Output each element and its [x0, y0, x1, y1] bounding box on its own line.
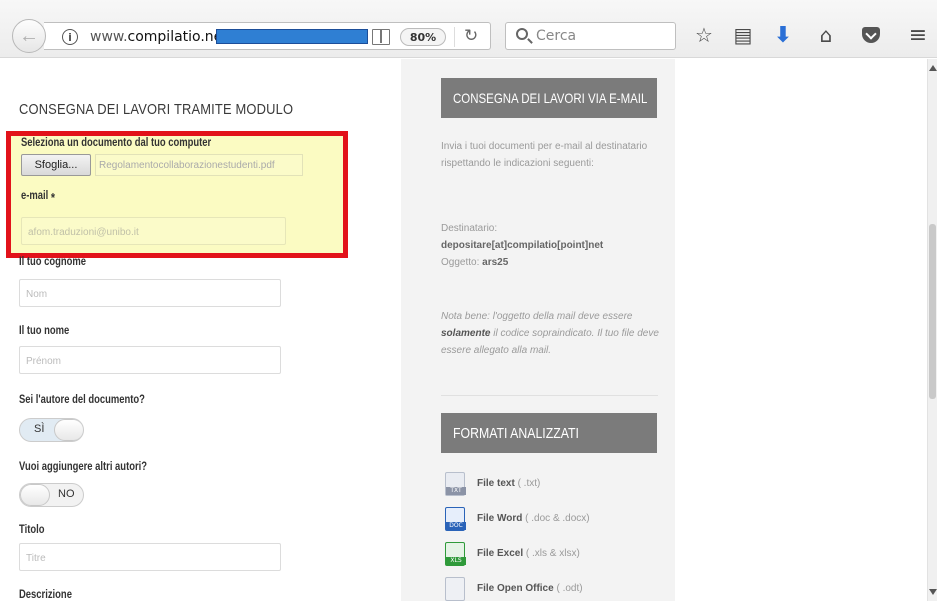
right-panel: CONSEGNA DEI LAVORI VIA E-MAIL Invia i t… — [401, 59, 675, 601]
toggle-knob — [54, 419, 83, 441]
name-field[interactable]: Prénom — [19, 346, 281, 374]
scroll-down-arrow-icon[interactable] — [929, 589, 937, 595]
search-placeholder: Cerca — [536, 28, 577, 44]
name-label: Il tuo nome — [19, 325, 70, 337]
search-bar[interactable]: Cerca — [505, 22, 676, 50]
redaction-bar — [216, 29, 368, 44]
scrollbar-thumb[interactable] — [929, 224, 936, 399]
form-title: CONSEGNA DEI LAVORI TRAMITE MODULO — [19, 101, 294, 118]
subject-line: Oggetto: ars25 — [441, 257, 509, 268]
highlight-box: Seleziona un documento dal tuo computer … — [6, 131, 348, 258]
recipient-value: depositare[at]compilatio[point]net — [441, 240, 604, 251]
coauthors-toggle-text: NO — [58, 488, 75, 500]
email-intro: Invia i tuoi documenti per e-mail al des… — [441, 141, 648, 169]
info-icon[interactable]: i — [62, 29, 78, 45]
author-toggle[interactable]: SÌ — [19, 418, 84, 442]
panel-divider — [441, 395, 658, 396]
pocket-icon[interactable] — [858, 22, 884, 48]
recipient-label: Destinatario: — [441, 223, 498, 234]
browse-button[interactable]: Sfoglia... — [21, 154, 91, 176]
reload-icon[interactable]: ↻ — [464, 26, 478, 46]
format-item: XLS File Excel ( .xls & xlsx) — [445, 542, 665, 570]
format-item: TXT File text ( .txt) — [445, 472, 665, 500]
title-field[interactable]: Titre — [19, 543, 281, 571]
url-text: www.compilatio.net — [90, 29, 228, 45]
bookmarks-list-icon[interactable]: ▤ — [730, 22, 756, 48]
zoom-indicator[interactable]: 80% — [400, 28, 446, 46]
email-field[interactable]: afom.traduzioni@unibo.it — [21, 217, 286, 245]
title-label: Titolo — [19, 524, 45, 536]
back-button[interactable]: ← — [12, 19, 46, 53]
author-toggle-text: SÌ — [34, 423, 45, 435]
bookmark-star-icon[interactable]: ☆ — [691, 22, 717, 48]
toggle-knob — [20, 484, 50, 506]
url-divider — [454, 27, 455, 47]
file-name-field[interactable]: Regolamentocollaborazionestudenti.pdf — [95, 154, 303, 176]
coauthors-toggle[interactable]: NO — [19, 483, 84, 507]
subject-value: ars25 — [482, 257, 509, 268]
home-icon[interactable]: ⌂ — [813, 22, 839, 48]
web-page: CONSEGNA DEI LAVORI TRAMITE MODULO Selez… — [0, 59, 927, 601]
scroll-up-arrow-icon[interactable] — [929, 65, 937, 71]
email-panel-header: CONSEGNA DEI LAVORI VIA E-MAIL — [441, 78, 657, 118]
surname-label: Il tuo cognome — [19, 256, 87, 268]
surname-field[interactable]: Nom — [19, 279, 281, 307]
formats-panel-header: FORMATI ANALIZZATI — [441, 413, 657, 453]
download-icon[interactable]: ⬇ — [770, 22, 796, 48]
format-item: DOC File Word ( .doc & .docx) — [445, 507, 665, 535]
txt-file-icon: TXT — [445, 472, 466, 496]
reader-view-icon[interactable] — [372, 29, 390, 45]
excel-file-icon: XLS — [445, 542, 466, 566]
file-picker[interactable]: Sfoglia... Regolamentocollaborazionestud… — [21, 154, 303, 178]
vertical-scrollbar[interactable] — [927, 59, 937, 601]
word-file-icon: DOC — [445, 507, 466, 531]
required-mark: * — [50, 190, 56, 205]
format-item: File Open Office ( .odt) — [445, 577, 665, 601]
url-bar[interactable]: i www.compilatio.net 80% ↻ — [44, 22, 491, 50]
browser-toolbar: i www.compilatio.net 80% ↻ ← Cerca ☆ ▤ ⬇… — [0, 0, 937, 58]
hamburger-menu-icon[interactable]: ≡ — [905, 22, 931, 48]
email-note: Nota bene: l'oggetto della mail deve ess… — [441, 311, 659, 356]
author-label: Sei l'autore del documento? — [19, 394, 145, 406]
email-label: e-mail * — [21, 190, 56, 205]
recipient-block: Destinatario: depositare[at]compilatio[p… — [441, 220, 666, 271]
search-icon — [516, 28, 528, 40]
file-label: Seleziona un documento dal tuo computer — [21, 137, 212, 149]
description-label: Descrizione — [19, 589, 72, 601]
arrow-left-icon: ← — [19, 25, 39, 47]
coauthors-label: Vuoi aggiungere altri autori? — [19, 461, 148, 473]
openoffice-file-icon — [445, 577, 465, 601]
